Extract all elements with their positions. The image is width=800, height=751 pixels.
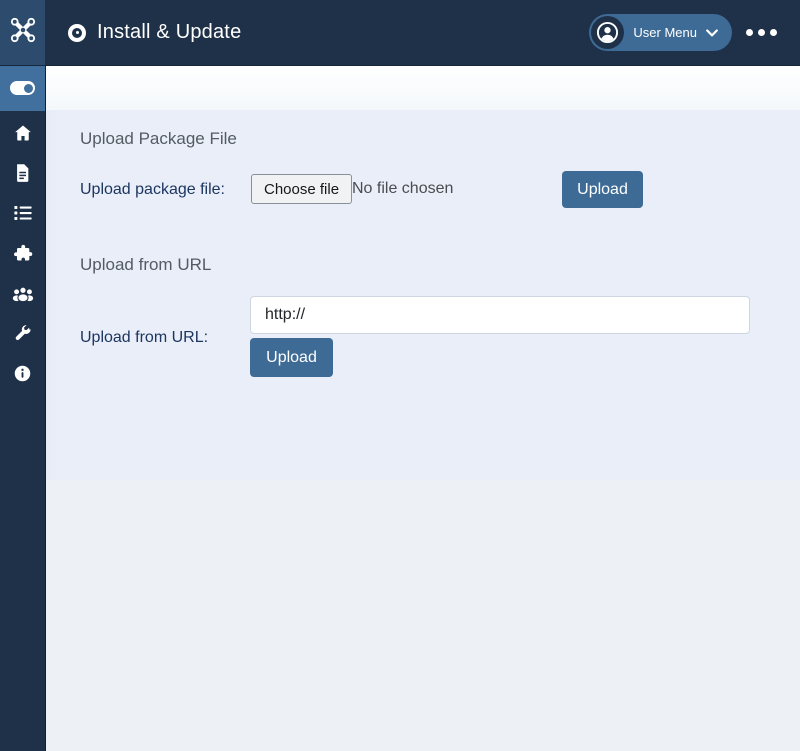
sidebar-item-users[interactable] [0,273,45,313]
chevron-down-icon [706,24,718,42]
joomla-logo-icon [8,15,38,50]
upload-package-file-label: Upload package file: [80,181,225,199]
user-menu-label: User Menu [633,25,697,40]
users-icon [12,284,34,302]
url-input[interactable] [250,296,750,334]
sidebar-item-components[interactable] [0,233,45,273]
app-header: Install & Update User Menu [0,0,800,66]
home-icon [13,123,33,143]
sidebar [0,65,46,751]
sidebar-item-home-dashboard[interactable] [0,113,45,153]
joomla-logo-box[interactable] [0,0,45,65]
upload-package-button[interactable]: Upload [562,171,643,208]
user-menu-button[interactable]: User Menu [589,14,732,51]
puzzle-icon [13,243,33,263]
sidebar-item-system[interactable] [0,313,45,353]
ellipsis-icon [746,29,753,36]
sidebar-item-menus[interactable] [0,193,45,233]
file-status-text: No file chosen [352,180,453,198]
page-title: Install & Update [97,21,241,44]
toolbar-area [45,65,800,110]
user-circle-icon [591,16,624,49]
upload-from-url-heading: Upload from URL [80,255,211,275]
circle-dot-icon [68,24,86,42]
overflow-menu-button[interactable] [746,29,777,36]
page-title-wrap: Install & Update [68,21,589,44]
file-icon [14,163,31,183]
upload-card [45,110,800,480]
upload-package-file-heading: Upload Package File [80,129,237,149]
choose-file-button[interactable]: Choose file [251,174,352,204]
sidebar-toggle-button[interactable] [0,65,45,111]
sidebar-item-help[interactable] [0,353,45,393]
wrench-icon [13,324,32,343]
sidebar-item-content[interactable] [0,153,45,193]
upload-from-url-label: Upload from URL: [80,329,208,347]
upload-url-button[interactable]: Upload [250,338,333,377]
list-icon [13,204,33,222]
toggle-icon [10,81,35,95]
main-content: Upload Package File Upload package file:… [45,110,800,751]
sidebar-nav [0,111,45,393]
info-circle-icon [13,364,32,383]
